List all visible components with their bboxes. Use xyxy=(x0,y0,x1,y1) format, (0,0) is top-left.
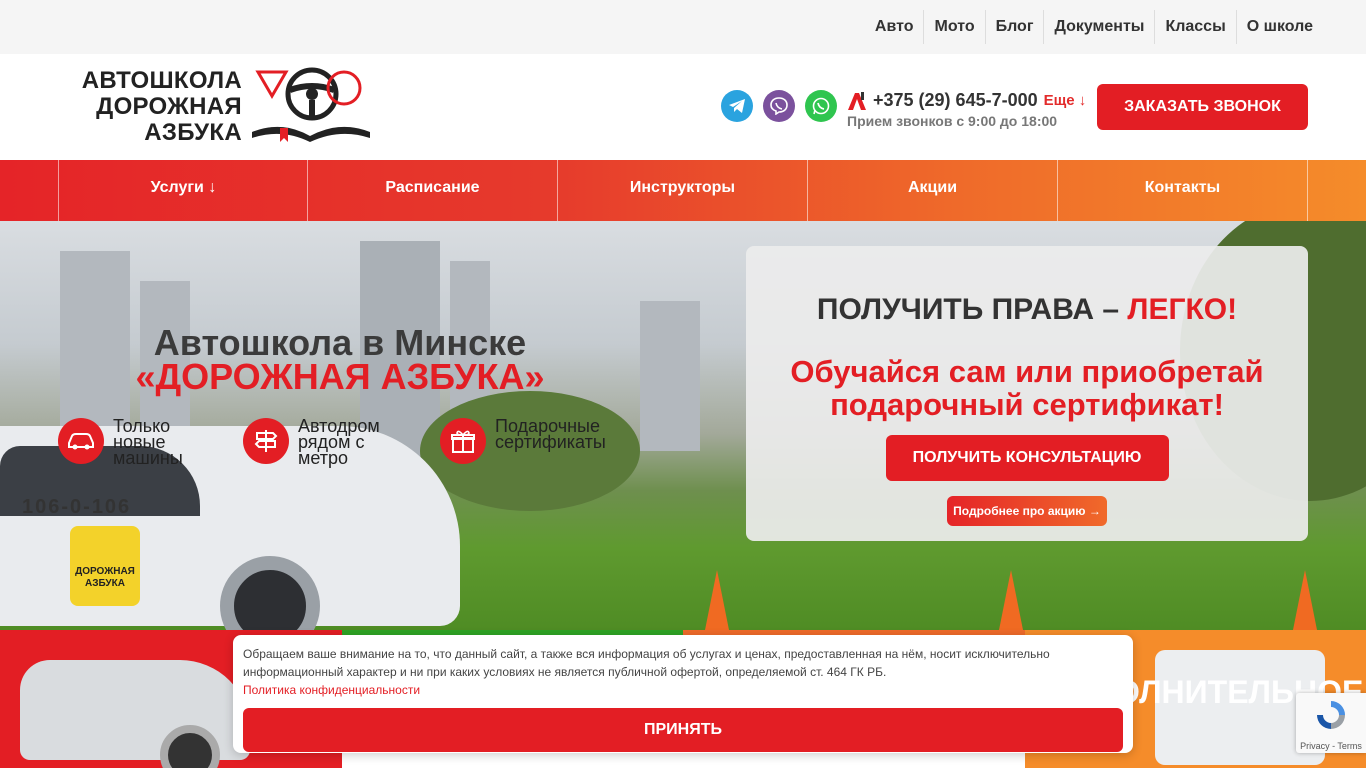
cookie-notice: Обращаем ваше внимание на то, что данный… xyxy=(233,635,1133,753)
main-nav-schedule[interactable]: Расписание xyxy=(307,160,557,221)
main-nav-instructors[interactable]: Инструкторы xyxy=(557,160,807,221)
a1-operator-icon xyxy=(848,91,866,110)
hero-title-line-2: «ДОРОЖНАЯ АЗБУКА» xyxy=(135,356,545,397)
traffic-cone xyxy=(999,570,1023,630)
bg-building xyxy=(640,301,700,451)
recaptcha-links[interactable]: Privacy - Terms xyxy=(1296,741,1366,751)
main-nav: Услуги ↓ Расписание Инструкторы Акции Ко… xyxy=(0,160,1366,221)
logo-text: АВТОШКОЛА ДОРОЖНАЯ АЗБУКА xyxy=(60,68,242,146)
recaptcha-icon xyxy=(1317,701,1345,729)
logo-line-3: АЗБУКА xyxy=(144,119,242,146)
accept-button[interactable]: ПРИНЯТЬ xyxy=(243,708,1123,752)
top-bar: Авто Мото Блог Документы Классы О школе xyxy=(0,0,1366,54)
phone-block: +375 (29) 645-7-000 Еще ↓ Прием звонков … xyxy=(847,90,1086,129)
main-nav-services[interactable]: Услуги ↓ xyxy=(58,160,308,221)
traffic-cone xyxy=(705,570,729,630)
feature-text: Автодром рядом с метро xyxy=(298,416,380,468)
get-consultation-button[interactable]: ПОЛУЧИТЬ КОНСУЛЬТАЦИЮ xyxy=(885,435,1169,481)
viber-icon[interactable] xyxy=(763,90,795,122)
promo-subline: Обучайся сам или приобретай подарочный с… xyxy=(790,354,1264,422)
gift-icon xyxy=(440,418,486,464)
top-nav-documents[interactable]: Документы xyxy=(1043,10,1154,44)
promo-headline: ПОЛУЧИТЬ ПРАВА – ЛЕГКО! xyxy=(746,293,1308,327)
hero-banner: 106-0-106 ДОРОЖНАЯ АЗБУКА Автошкола в Ми… xyxy=(0,221,1366,630)
feature-autodrome: Автодром рядом с метро xyxy=(243,416,423,468)
feature-certificates: Подарочные сертификаты xyxy=(440,416,640,464)
top-nav-classes[interactable]: Классы xyxy=(1154,10,1235,44)
hero-title-line-1: Автошкола в Минске xyxy=(153,322,527,363)
feature-text: Подарочные сертификаты xyxy=(495,416,606,452)
promo-headline-accent: ЛЕГКО! xyxy=(1127,293,1238,326)
car-icon xyxy=(58,418,104,464)
phone-number[interactable]: +375 (29) 645-7-000 xyxy=(873,90,1038,111)
hero-title: Автошкола в Минске «ДОРОЖНАЯ АЗБУКА» xyxy=(60,322,620,397)
top-nav: Авто Мото Блог Документы Классы О школе xyxy=(865,10,1323,44)
logo-line-2: ДОРОЖНАЯ xyxy=(96,93,242,120)
feature-text: Только новые машины xyxy=(113,416,183,468)
promo-headline-text: ПОЛУЧИТЬ ПРАВА – xyxy=(816,293,1120,326)
top-nav-blog[interactable]: Блог xyxy=(984,10,1044,44)
feature-new-cars: Только новые машины xyxy=(58,416,218,468)
promo-details-link[interactable]: Подробнее про акцию → xyxy=(947,496,1107,526)
signpost-icon xyxy=(243,418,289,464)
cookie-text: Обращаем ваше внимание на то, что данный… xyxy=(243,647,1050,679)
telegram-icon[interactable] xyxy=(721,90,753,122)
nav-divider xyxy=(1307,160,1308,221)
traffic-cone xyxy=(1293,570,1317,630)
main-nav-contacts[interactable]: Контакты xyxy=(1057,160,1307,221)
car-badge: ДОРОЖНАЯ АЗБУКА xyxy=(70,526,140,606)
top-nav-moto[interactable]: Мото xyxy=(923,10,984,44)
main-nav-promotions[interactable]: Акции xyxy=(807,160,1057,221)
whatsapp-icon[interactable] xyxy=(805,90,837,122)
privacy-policy-link[interactable]: Политика конфиденциальности xyxy=(243,681,1123,699)
phone-more-toggle[interactable]: Еще ↓ xyxy=(1044,92,1087,109)
steering-wheel-book-icon xyxy=(252,67,370,142)
car-plate: 106-0-106 xyxy=(22,496,132,518)
top-nav-auto[interactable]: Авто xyxy=(865,10,924,44)
call-hours: Прием звонков с 9:00 до 18:00 xyxy=(847,113,1058,129)
category-car-image xyxy=(20,660,250,768)
order-call-button[interactable]: ЗАКАЗАТЬ ЗВОНОК xyxy=(1097,84,1308,130)
logo[interactable]: АВТОШКОЛА ДОРОЖНАЯ АЗБУКА xyxy=(60,66,380,150)
recaptcha-badge[interactable]: Privacy - Terms xyxy=(1296,693,1366,753)
promo-card: ПОЛУЧИТЬ ПРАВА – ЛЕГКО! Обучайся сам или… xyxy=(746,246,1308,541)
logo-line-1: АВТОШКОЛА xyxy=(81,67,242,94)
header: АВТОШКОЛА ДОРОЖНАЯ АЗБУКА +375 (29) 645-… xyxy=(0,54,1366,160)
top-nav-about[interactable]: О школе xyxy=(1235,10,1323,44)
